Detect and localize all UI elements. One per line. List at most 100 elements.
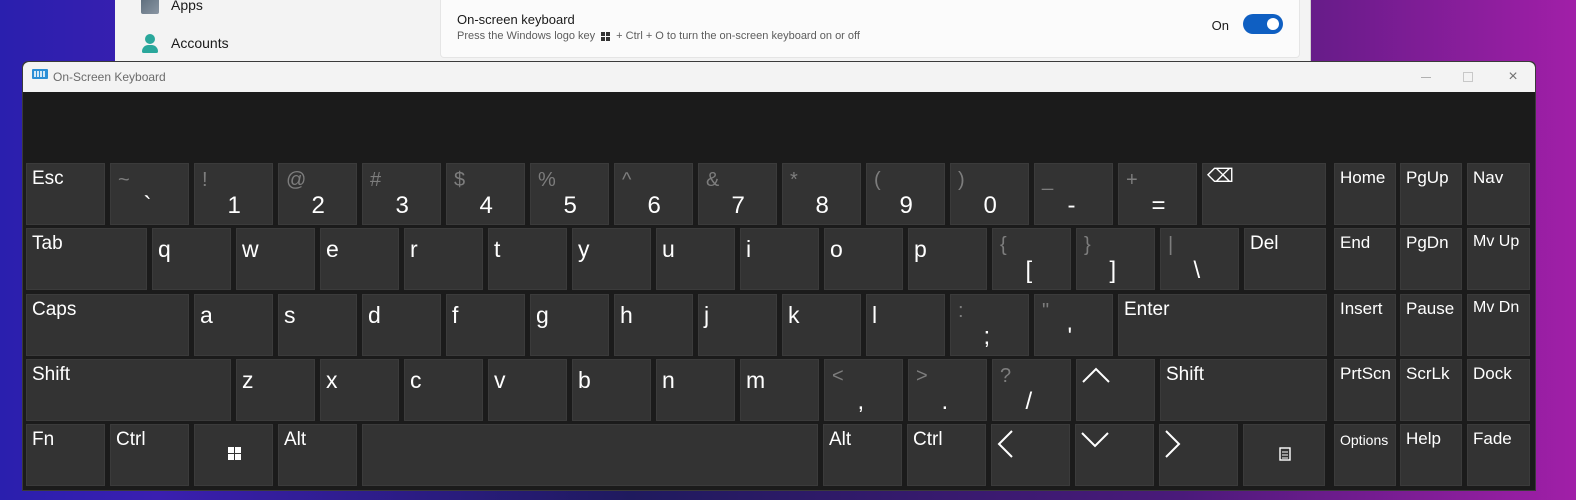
key-c[interactable]: c: [404, 359, 483, 421]
key-5[interactable]: % 5: [530, 163, 609, 225]
key-q[interactable]: q: [152, 228, 231, 290]
key-char: ': [1067, 323, 1073, 350]
key-down[interactable]: [1075, 424, 1154, 486]
key-l[interactable]: l: [866, 294, 945, 356]
key-prtscn[interactable]: PrtScn: [1334, 359, 1396, 421]
key-insert[interactable]: Insert: [1334, 294, 1396, 356]
key-left[interactable]: [991, 424, 1070, 486]
titlebar[interactable]: On-Screen Keyboard ×: [23, 62, 1535, 92]
key-4[interactable]: $4: [446, 163, 525, 225]
key-backslash[interactable]: | \: [1160, 228, 1239, 290]
close-icon: ×: [1508, 68, 1518, 85]
sidebar-item-apps[interactable]: Apps: [141, 0, 203, 16]
key-7[interactable]: & 7: [698, 163, 777, 225]
key-pgdn[interactable]: PgDn: [1400, 228, 1462, 290]
key-y[interactable]: y: [572, 228, 651, 290]
minimize-button[interactable]: [1415, 67, 1437, 87]
key-enter[interactable]: Enter: [1118, 294, 1327, 356]
key-char: 0: [983, 192, 997, 219]
key-backtick[interactable]: ~ `: [110, 163, 189, 225]
key-mv-up[interactable]: Mv Up: [1467, 228, 1530, 290]
key-x[interactable]: x: [320, 359, 399, 421]
key-m[interactable]: m: [740, 359, 819, 421]
key-t[interactable]: t: [488, 228, 567, 290]
key-lalt[interactable]: Alt: [278, 424, 357, 486]
key-period[interactable]: >.: [908, 359, 987, 421]
key-f[interactable]: f: [446, 294, 525, 356]
key-win[interactable]: [194, 424, 273, 486]
key-pgup[interactable]: PgUp: [1400, 163, 1462, 225]
key-char: 4: [479, 192, 493, 219]
sidebar-item-accounts[interactable]: Accounts: [141, 32, 229, 54]
key-ralt[interactable]: Alt: [823, 424, 902, 486]
key-backspace[interactable]: ⌫: [1202, 163, 1326, 225]
key-h[interactable]: h: [614, 294, 693, 356]
key-nav[interactable]: Nav: [1467, 163, 1530, 225]
key-d[interactable]: d: [362, 294, 441, 356]
key-label: Ctrl: [116, 429, 146, 450]
key-s[interactable]: s: [278, 294, 357, 356]
key-quote[interactable]: " ': [1034, 294, 1113, 356]
key-8[interactable]: * 8: [782, 163, 861, 225]
key-caps[interactable]: Caps: [26, 294, 189, 356]
key-2[interactable]: @2: [278, 163, 357, 225]
key-dock[interactable]: Dock: [1467, 359, 1530, 421]
key-o[interactable]: o: [824, 228, 903, 290]
key-esc[interactable]: Esc: [26, 163, 105, 225]
key-lctrl[interactable]: Ctrl: [110, 424, 189, 486]
key-char: =: [1151, 192, 1166, 219]
key-rctrl[interactable]: Ctrl: [907, 424, 986, 486]
key-g[interactable]: g: [530, 294, 609, 356]
key-space[interactable]: [362, 424, 818, 486]
key-del[interactable]: Del: [1244, 228, 1326, 290]
key-b[interactable]: b: [572, 359, 651, 421]
setting-description: Press the Windows logo key + Ctrl + O to…: [457, 30, 860, 42]
key-equals[interactable]: + =: [1118, 163, 1197, 225]
minimize-icon: [1421, 76, 1431, 78]
key-scrlk[interactable]: ScrLk: [1400, 359, 1462, 421]
maximize-button[interactable]: [1457, 67, 1479, 87]
key-options[interactable]: Options: [1334, 424, 1396, 486]
key-3[interactable]: #3: [362, 163, 441, 225]
key-home[interactable]: Home: [1334, 163, 1396, 225]
key-help[interactable]: Help: [1400, 424, 1462, 486]
key-e[interactable]: e: [320, 228, 399, 290]
key-lshift[interactable]: Shift: [26, 359, 231, 421]
key-z[interactable]: z: [236, 359, 315, 421]
key-slash[interactable]: ? /: [992, 359, 1071, 421]
key-k[interactable]: k: [782, 294, 861, 356]
key-fn[interactable]: Fn: [26, 424, 105, 486]
key-i[interactable]: i: [740, 228, 819, 290]
key-w[interactable]: w: [236, 228, 315, 290]
key-menu[interactable]: [1243, 424, 1325, 486]
key-pause[interactable]: Pause: [1400, 294, 1462, 356]
right-arrow: [1164, 429, 1182, 464]
key-rshift[interactable]: Shift: [1160, 359, 1327, 421]
key-1[interactable]: ! 1: [194, 163, 273, 225]
key-0[interactable]: ) 0: [950, 163, 1029, 225]
key-fade[interactable]: Fade: [1467, 424, 1530, 486]
key-rbracket[interactable]: }]: [1076, 228, 1155, 290]
key-6[interactable]: ^ 6: [614, 163, 693, 225]
key-tab[interactable]: Tab: [26, 228, 147, 290]
key-p[interactable]: p: [908, 228, 987, 290]
key-end[interactable]: End: [1334, 228, 1396, 290]
key-n[interactable]: n: [656, 359, 735, 421]
key-up[interactable]: [1076, 359, 1155, 421]
key-char: ;: [983, 323, 991, 350]
key-semicolon[interactable]: :;: [950, 294, 1029, 356]
key-a[interactable]: a: [194, 294, 273, 356]
key-j[interactable]: j: [698, 294, 777, 356]
key-lbracket[interactable]: {[: [992, 228, 1071, 290]
key-r[interactable]: r: [404, 228, 483, 290]
key-char: `: [143, 192, 152, 219]
key-v[interactable]: v: [488, 359, 567, 421]
onscreen-keyboard-toggle[interactable]: [1243, 14, 1283, 34]
key-right[interactable]: [1159, 424, 1238, 486]
close-button[interactable]: ×: [1502, 67, 1524, 87]
key-u[interactable]: u: [656, 228, 735, 290]
key-mv-dn[interactable]: Mv Dn: [1467, 294, 1530, 356]
key-9[interactable]: (9: [866, 163, 945, 225]
key-comma[interactable]: <,: [824, 359, 903, 421]
key-minus[interactable]: _ -: [1034, 163, 1113, 225]
